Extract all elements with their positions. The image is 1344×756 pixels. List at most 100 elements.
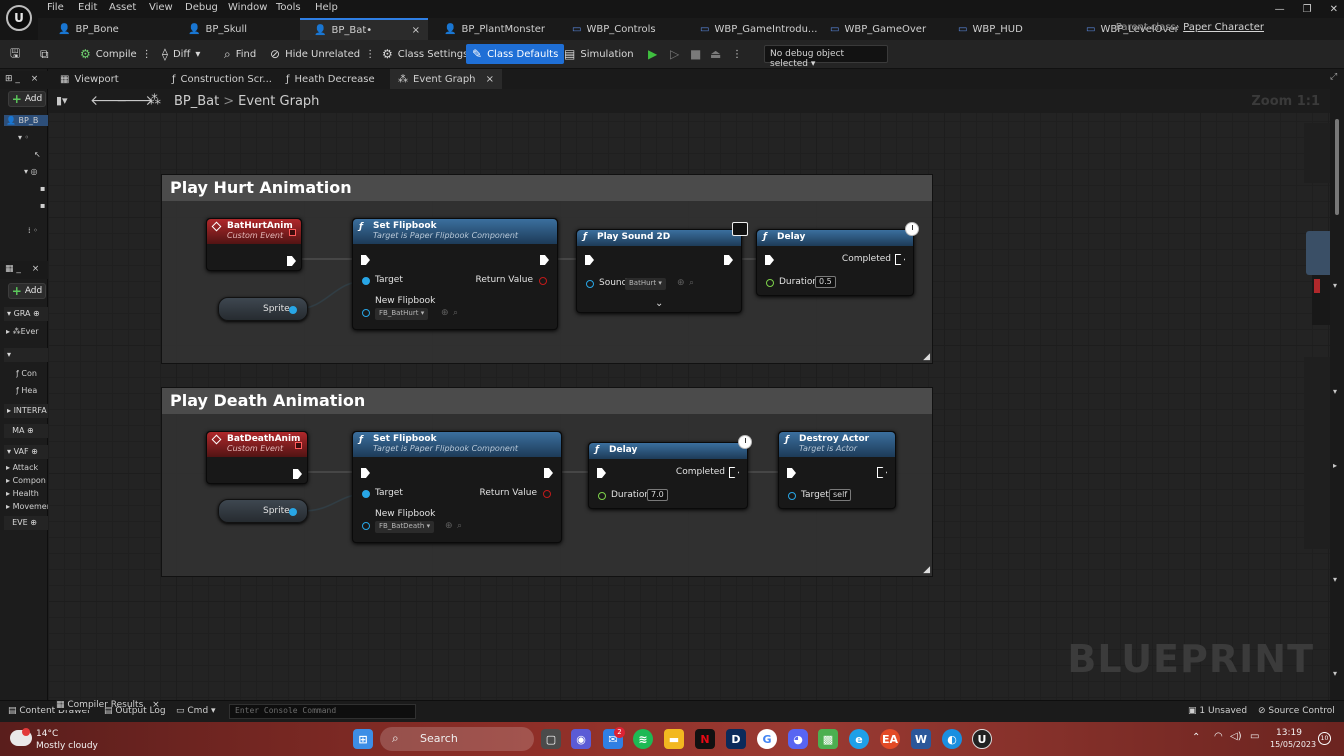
- functions-category[interactable]: ▾: [4, 348, 48, 362]
- ea-app-icon[interactable]: EA: [880, 729, 900, 749]
- duration-pin[interactable]: [766, 279, 774, 287]
- source-control-button[interactable]: ⊘ Source Control: [1258, 706, 1335, 716]
- exec-in-pin[interactable]: [597, 468, 606, 478]
- weather-desc[interactable]: Mostly cloudy: [36, 741, 98, 751]
- duration-input[interactable]: 0.5: [815, 276, 836, 288]
- get-sprite-node[interactable]: Sprite: [218, 297, 308, 321]
- tab-construction-script[interactable]: ƒ Construction Scr...: [164, 69, 276, 89]
- battery-icon[interactable]: ▭: [1250, 731, 1259, 742]
- chevron-down-icon[interactable]: ▾: [1333, 281, 1337, 290]
- exec-out-pin[interactable]: [287, 256, 296, 266]
- menu-debug[interactable]: Debug: [185, 2, 218, 13]
- variable-category-item[interactable]: ▸ Attack: [6, 463, 48, 472]
- exec-in-pin[interactable]: [585, 255, 594, 265]
- compile-button[interactable]: ⚙ Compile ⋮: [74, 44, 158, 64]
- more-options-icon[interactable]: ⋮: [142, 49, 152, 60]
- close-panel-icon[interactable]: ×: [31, 74, 39, 84]
- chevron-right-icon[interactable]: ▸: [1333, 461, 1337, 470]
- variable-category-item[interactable]: ▸ Compon: [6, 476, 48, 485]
- menu-edit[interactable]: Edit: [78, 2, 97, 13]
- close-tab-icon[interactable]: ×: [486, 74, 494, 85]
- variables-category[interactable]: ▾ VAF ⊕: [4, 445, 48, 459]
- doc-tab-wbp-controls[interactable]: ▭ WBP_Controls: [558, 18, 684, 40]
- my-blueprint-tab[interactable]: ▦ _ ×: [0, 261, 48, 279]
- comment-title[interactable]: Play Death Animation: [162, 388, 932, 414]
- offscreen-node[interactable]: [1306, 231, 1330, 275]
- tab-event-graph[interactable]: ⁂ Event Graph ×: [390, 69, 502, 89]
- unreal-engine-taskbar-icon[interactable]: U: [972, 729, 992, 749]
- doc-tab-wbp-gameintro[interactable]: ▭ WBP_GameIntrodu...: [686, 18, 817, 40]
- delay-node-death[interactable]: ƒ Delay Completed Duration 7.0: [588, 442, 748, 509]
- flipbook-asset-dropdown[interactable]: FB_BatDeath ▾: [375, 521, 435, 533]
- doc-tab-wbp-hud[interactable]: ▭ WBP_HUD: [944, 18, 1068, 40]
- close-panel-icon[interactable]: ×: [32, 264, 40, 274]
- graphs-category[interactable]: ▾ GRA ⊕: [4, 307, 48, 321]
- vertical-scrollbar[interactable]: ▾ ▾ ▸ ▾ ▾: [1330, 89, 1344, 700]
- target-pin[interactable]: [788, 492, 796, 500]
- use-asset-icon[interactable]: ⊕: [677, 278, 685, 288]
- variable-category-item[interactable]: ▸ Health: [6, 489, 48, 498]
- class-defaults-button[interactable]: ✎ Class Defaults: [466, 44, 565, 64]
- browse-asset-icon[interactable]: ⌕: [689, 278, 694, 288]
- file-explorer-icon[interactable]: ▬: [664, 729, 684, 749]
- offscreen-node[interactable]: [1304, 357, 1330, 549]
- exec-out-pin[interactable]: [540, 255, 549, 265]
- add-member-button[interactable]: + Add: [8, 283, 46, 299]
- notification-badge[interactable]: 10: [1318, 732, 1331, 745]
- delegate-pin[interactable]: [289, 229, 296, 236]
- netflix-icon[interactable]: N: [695, 729, 715, 749]
- close-tab-icon[interactable]: ×: [412, 25, 420, 36]
- chrome-icon[interactable]: G: [757, 729, 777, 749]
- completed-exec-pin[interactable]: [729, 467, 739, 478]
- console-input[interactable]: Enter Console Command: [229, 704, 416, 719]
- windows-start-icon[interactable]: ⊞: [353, 729, 373, 749]
- play-button[interactable]: ▶: [642, 44, 663, 64]
- word-icon[interactable]: W: [911, 729, 931, 749]
- use-asset-icon[interactable]: ⊕: [441, 308, 449, 318]
- doc-tab-bp-plantmonster[interactable]: 👤 BP_PlantMonster: [430, 18, 556, 40]
- doc-tab-bp-skull[interactable]: 👤 BP_Skull: [174, 18, 298, 40]
- duration-input[interactable]: 7.0: [647, 489, 668, 501]
- output-log-button[interactable]: ▤ Output Log: [104, 706, 166, 716]
- sprite-out-pin[interactable]: [289, 306, 297, 314]
- close-window-icon[interactable]: ✕: [1330, 4, 1338, 15]
- unsaved-button[interactable]: ▣ 1 Unsaved: [1188, 706, 1247, 716]
- debug-object-select[interactable]: No debug object selected ▾: [764, 45, 888, 69]
- use-asset-icon[interactable]: ⊕: [445, 521, 453, 531]
- play-options-button[interactable]: ⋮: [726, 44, 748, 64]
- disney-plus-icon[interactable]: D: [726, 729, 746, 749]
- set-flipbook-node-hurt[interactable]: ƒ Set Flipbook Target is Paper Flipbook …: [352, 218, 558, 330]
- spotify-icon[interactable]: ≋: [633, 729, 653, 749]
- wifi-icon[interactable]: ◠: [1214, 731, 1223, 742]
- event-graph-item[interactable]: ▸ ⁂Ever: [6, 327, 48, 336]
- delay-node-hurt[interactable]: ƒ Delay Completed Duration 0.5: [756, 229, 914, 296]
- flipbook-asset-dropdown[interactable]: FB_BatHurt ▾: [375, 308, 429, 320]
- macros-category[interactable]: MA ⊕: [4, 424, 48, 438]
- minimize-icon[interactable]: —: [1275, 4, 1285, 15]
- edge-icon[interactable]: e: [849, 729, 869, 749]
- set-flipbook-node-death[interactable]: ƒ Set Flipbook Target is Paper Flipbook …: [352, 431, 562, 543]
- destroy-actor-node[interactable]: ƒ Destroy Actor Target is Actor Target s…: [778, 431, 896, 509]
- interfaces-category[interactable]: ▸ INTERFA: [4, 404, 48, 418]
- root-component-item[interactable]: 👤 BP_B: [4, 115, 48, 126]
- step-button[interactable]: ▷: [664, 44, 685, 64]
- exec-out-pin[interactable]: [293, 469, 302, 479]
- target-pin[interactable]: [362, 490, 370, 498]
- exec-out-pin[interactable]: [544, 468, 553, 478]
- menu-view[interactable]: View: [149, 2, 173, 13]
- chevron-down-icon[interactable]: ▾: [1333, 387, 1337, 396]
- save-button[interactable]: 🖫: [4, 44, 26, 64]
- expand-icon[interactable]: ⤢: [1330, 72, 1337, 82]
- tab-heath-decrease[interactable]: ƒ Heath Decrease: [278, 69, 390, 89]
- duration-pin[interactable]: [598, 492, 606, 500]
- add-circle-icon[interactable]: ⊕: [30, 518, 37, 527]
- task-view-icon[interactable]: ▢: [541, 729, 561, 749]
- parent-class-link[interactable]: Paper Character: [1183, 22, 1264, 33]
- browse-asset-icon[interactable]: ⌕: [457, 521, 462, 531]
- cmd-dropdown[interactable]: ▭ Cmd ▾: [176, 706, 216, 716]
- menu-tools[interactable]: Tools: [276, 2, 301, 13]
- browser-icon[interactable]: ◐: [942, 729, 962, 749]
- graph-canvas[interactable]: ▮▾ 🡐 🡒 ⁂ BP_Bat > Event Graph Zoom 1:1 Pla…: [48, 89, 1330, 700]
- doc-tab-wbp-gameover[interactable]: ▭ WBP_GameOver: [816, 18, 942, 40]
- chevron-up-icon[interactable]: ⌃: [1192, 732, 1200, 743]
